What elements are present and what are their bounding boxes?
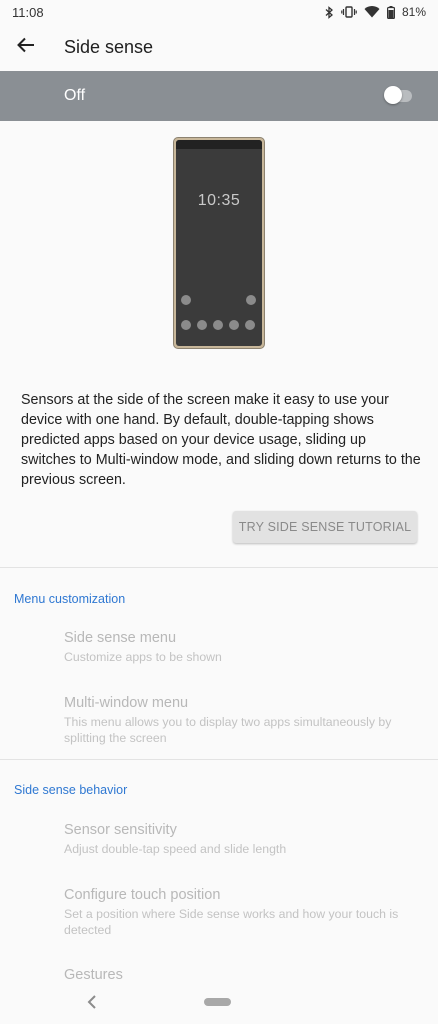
dock-dot — [245, 320, 255, 330]
phone-illustration: 10:35 — [173, 137, 265, 349]
side-dot-left — [181, 295, 191, 305]
pref-summary: This menu allows you to display two apps… — [64, 715, 392, 745]
section-header-side-sense-behavior: Side sense behavior — [14, 783, 128, 797]
nav-back-icon[interactable] — [84, 991, 100, 1013]
section-divider — [0, 759, 438, 760]
app-bar: Side sense — [0, 24, 438, 71]
sensor-sensitivity-item[interactable]: Sensor sensitivity Adjust double-tap spe… — [64, 822, 414, 857]
pref-title: Sensor sensitivity — [64, 822, 177, 838]
try-tutorial-button[interactable]: TRY SIDE SENSE TUTORIAL — [233, 511, 417, 543]
phone-clock: 10:35 — [197, 192, 241, 209]
pref-title: Side sense menu — [64, 630, 177, 646]
back-button[interactable] — [0, 24, 52, 71]
multi-window-menu-item[interactable]: Multi-window menu This menu allows you t… — [64, 695, 414, 746]
status-bar: 11:08 81% — [0, 0, 438, 24]
master-switch-bar[interactable]: Off — [0, 71, 438, 121]
pref-summary: Set a position where Side sense works an… — [64, 907, 399, 937]
pref-title: Configure touch position — [64, 887, 221, 903]
section-divider — [0, 567, 438, 568]
phone-notch — [176, 140, 262, 149]
side-sense-toggle[interactable] — [384, 86, 414, 106]
vibrate-icon — [341, 6, 357, 18]
arrow-left-icon — [17, 37, 35, 58]
bluetooth-icon — [324, 5, 334, 19]
dock-dot — [229, 320, 239, 330]
master-switch-label: Off — [64, 87, 86, 104]
section-header-menu-customization: Menu customization — [14, 592, 126, 606]
dock-dot — [197, 320, 207, 330]
feature-description: Sensors at the side of the screen make i… — [21, 392, 421, 488]
configure-touch-position-item[interactable]: Configure touch position Set a position … — [64, 887, 414, 938]
pref-title: Multi-window menu — [64, 695, 189, 711]
dock-dot — [213, 320, 223, 330]
page-title: Side sense — [64, 37, 154, 57]
status-time: 11:08 — [12, 4, 44, 20]
status-icons: 81% — [324, 5, 426, 19]
home-pill-icon[interactable] — [204, 998, 231, 1006]
toggle-thumb — [384, 86, 402, 104]
wifi-icon — [364, 6, 380, 18]
battery-percent: 81% — [401, 5, 426, 19]
battery-icon — [386, 5, 395, 19]
side-dot-right — [246, 295, 256, 305]
navigation-bar — [0, 981, 438, 1024]
pref-summary: Customize apps to be shown — [64, 650, 222, 664]
dock-dot — [181, 320, 191, 330]
side-sense-menu-item[interactable]: Side sense menu Customize apps to be sho… — [64, 630, 414, 665]
phone-screen: 10:35 — [176, 140, 262, 346]
pref-summary: Adjust double-tap speed and slide length — [64, 842, 287, 856]
